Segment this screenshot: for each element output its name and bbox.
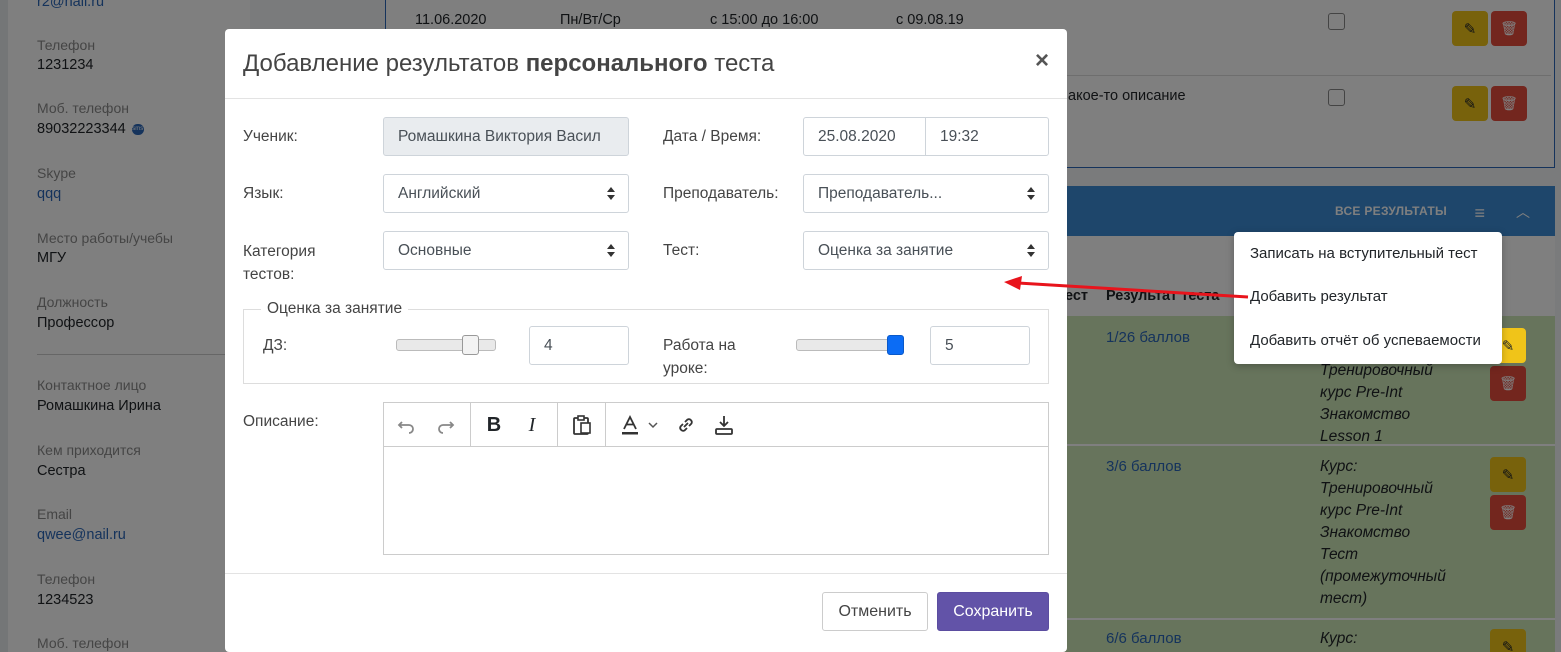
bold-icon[interactable]: B [480, 411, 508, 439]
toolbar-divider [470, 403, 471, 447]
pencil-icon: ✎ [1501, 337, 1515, 355]
test-select[interactable]: Оценка за занятие [803, 231, 1049, 270]
description-label: Описание: [243, 413, 319, 430]
classwork-label-line: уроке: [663, 360, 708, 377]
category-select[interactable]: Основные [383, 231, 629, 270]
time-field[interactable]: 19:32 [925, 117, 1049, 156]
homework-score-field[interactable]: 4 [529, 326, 629, 365]
teacher-select-value: Преподаватель... [818, 185, 943, 202]
homework-label: ДЗ: [263, 337, 288, 354]
save-button[interactable]: Сохранить [937, 592, 1049, 631]
add-test-result-modal: Добавление результатов персонального тес… [225, 29, 1067, 652]
teacher-select[interactable]: Преподаватель... [803, 174, 1049, 213]
homework-slider-handle[interactable] [462, 335, 480, 355]
category-select-value: Основные [398, 242, 472, 259]
undo-icon[interactable] [392, 411, 420, 439]
category-label: Категория тестов: [243, 240, 315, 286]
classwork-label-line: Работа на [663, 337, 736, 354]
select-arrows-icon [607, 187, 615, 201]
student-label: Ученик: [243, 128, 298, 145]
description-editor: B I [383, 402, 1049, 555]
cancel-button[interactable]: Отменить [822, 592, 928, 631]
editor-content-area[interactable] [384, 447, 1048, 554]
classwork-score-field[interactable]: 5 [930, 326, 1030, 365]
editor-toolbar: B I [384, 403, 1048, 447]
toolbar-divider [557, 403, 558, 447]
language-select[interactable]: Английский [383, 174, 629, 213]
menu-item-add-report[interactable]: Добавить отчёт об успеваемости [1250, 332, 1481, 349]
select-arrows-icon [1027, 244, 1035, 258]
modal-header: Добавление результатов персонального тес… [225, 29, 1067, 99]
chevron-down-icon[interactable] [644, 411, 662, 439]
select-arrows-icon [607, 244, 615, 258]
classwork-label: Работа на уроке: [663, 334, 736, 380]
annotation-arrow [1004, 276, 1249, 299]
grading-fieldset [243, 309, 1049, 384]
text-color-icon[interactable] [616, 411, 644, 439]
paste-icon[interactable] [568, 411, 596, 439]
menu-item-add-result[interactable]: Добавить результат [1250, 288, 1388, 305]
modal-footer-divider [225, 573, 1067, 574]
grading-legend: Оценка за занятие [261, 300, 409, 318]
test-label: Тест: [663, 242, 700, 259]
teacher-label: Преподаватель: [663, 185, 779, 202]
download-icon[interactable] [710, 411, 738, 439]
date-field[interactable]: 25.08.2020 [803, 117, 927, 156]
student-field[interactable]: Ромашкина Виктория Васил [383, 117, 629, 156]
classwork-slider-handle[interactable] [887, 335, 904, 355]
language-label: Язык: [243, 185, 284, 202]
redo-icon[interactable] [432, 411, 460, 439]
datetime-label: Дата / Время: [663, 128, 762, 145]
homework-slider[interactable] [396, 339, 496, 351]
title-suffix: теста [714, 50, 775, 77]
italic-icon[interactable]: I [518, 411, 546, 439]
category-label-line: тестов: [243, 266, 295, 283]
results-dropdown-menu: Записать на вступительный тест Добавить … [1234, 232, 1502, 364]
close-icon[interactable]: × [1035, 47, 1049, 75]
category-label-line: Категория [243, 243, 316, 260]
toolbar-divider [605, 403, 606, 447]
test-select-value: Оценка за занятие [818, 242, 954, 259]
title-bold: персонального [525, 50, 708, 77]
link-icon[interactable] [672, 411, 700, 439]
title-prefix: Добавление результатов [243, 50, 520, 77]
modal-title: Добавление результатов персонального тес… [243, 50, 774, 78]
menu-item-entrance-test[interactable]: Записать на вступительный тест [1250, 245, 1478, 262]
select-arrows-icon [1027, 187, 1035, 201]
language-select-value: Английский [398, 185, 481, 202]
